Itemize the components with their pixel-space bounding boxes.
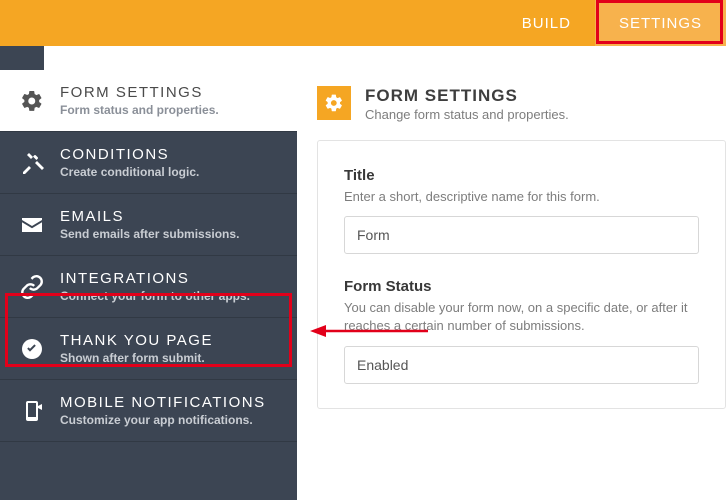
page-subtitle: Change form status and properties. <box>365 107 569 122</box>
title-input[interactable] <box>344 216 699 254</box>
settings-panel: Title Enter a short, descriptive name fo… <box>317 140 726 409</box>
status-help: You can disable your form now, on a spec… <box>344 299 699 335</box>
mobile-icon <box>18 397 46 425</box>
check-circle-icon <box>18 335 46 363</box>
tab-settings[interactable]: SETTINGS <box>595 0 726 46</box>
page-title: FORM SETTINGS <box>365 86 569 106</box>
sidebar-item-sub: Customize your app notifications. <box>60 413 281 427</box>
sidebar-item-sub: Send emails after submissions. <box>60 227 281 241</box>
sidebar: FORM SETTINGS Form status and properties… <box>0 46 297 500</box>
sidebar-item-sub: Shown after form submit. <box>60 351 281 365</box>
sidebar-item-sub: Create conditional logic. <box>60 165 281 179</box>
title-label: Title <box>344 167 699 184</box>
sidebar-item-integrations[interactable]: INTEGRATIONS Connect your form to other … <box>0 256 297 318</box>
gear-icon <box>18 87 46 115</box>
tab-build[interactable]: BUILD <box>498 0 595 46</box>
envelope-icon <box>18 211 46 239</box>
sidebar-item-form-settings[interactable]: FORM SETTINGS Form status and properties… <box>0 70 297 132</box>
sidebar-item-title: CONDITIONS <box>60 146 281 163</box>
sidebar-item-title: EMAILS <box>60 208 281 225</box>
sidebar-item-emails[interactable]: EMAILS Send emails after submissions. <box>0 194 297 256</box>
gear-icon <box>317 86 351 120</box>
sidebar-item-title: FORM SETTINGS <box>60 84 281 101</box>
sidebar-item-thank-you[interactable]: THANK YOU PAGE Shown after form submit. <box>0 318 297 380</box>
sidebar-notch <box>0 46 297 70</box>
link-icon <box>18 273 46 301</box>
sidebar-item-title: THANK YOU PAGE <box>60 332 281 349</box>
sidebar-item-sub: Form status and properties. <box>60 103 281 117</box>
sidebar-item-title: MOBILE NOTIFICATIONS <box>60 394 281 411</box>
title-help: Enter a short, descriptive name for this… <box>344 188 699 206</box>
topbar: BUILD SETTINGS <box>0 0 726 46</box>
sidebar-item-title: INTEGRATIONS <box>60 270 281 287</box>
tools-icon <box>18 149 46 177</box>
sidebar-item-sub: Connect your form to other apps. <box>60 289 281 303</box>
main-panel: FORM SETTINGS Change form status and pro… <box>297 46 726 500</box>
status-label: Form Status <box>344 278 699 295</box>
sidebar-item-conditions[interactable]: CONDITIONS Create conditional logic. <box>0 132 297 194</box>
sidebar-item-mobile-notifications[interactable]: MOBILE NOTIFICATIONS Customize your app … <box>0 380 297 442</box>
status-select[interactable] <box>344 346 699 384</box>
